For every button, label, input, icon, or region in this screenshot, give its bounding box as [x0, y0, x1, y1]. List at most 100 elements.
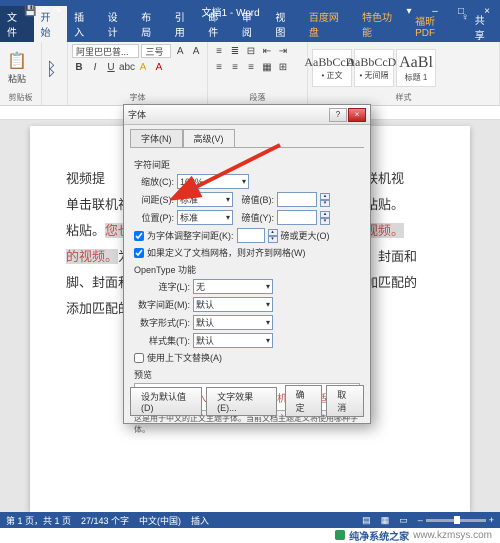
strike-icon[interactable]: abc	[120, 60, 134, 74]
indent-inc-icon[interactable]: ⇥	[276, 44, 290, 58]
tab-references[interactable]: 引用	[168, 6, 202, 42]
group-bluetooth: ᛒ	[42, 42, 68, 105]
tell-me-icon[interactable]: ♀	[461, 12, 469, 42]
section-char-spacing: 字符间距	[134, 158, 360, 171]
ligatures-select[interactable]: 无	[193, 279, 273, 294]
styleset-select[interactable]: 默认	[193, 333, 273, 348]
ribbon: 📋粘贴 剪贴板 ᛒ 阿里巴巴普... 三号 A A B I U abc A A …	[0, 42, 500, 106]
tab-layout[interactable]: 布局	[134, 6, 168, 42]
group-paragraph: ≡ ≣ ⊟ ⇤ ⇥ ≡ ≡ ≡ ▦ ⊞ 段落	[208, 42, 308, 105]
view-web-icon[interactable]: ▭	[399, 515, 408, 526]
redo-icon[interactable]: ↷	[53, 6, 61, 17]
tab-foxit[interactable]: 福昕PDF	[408, 10, 461, 42]
cancel-button[interactable]: 取消	[326, 385, 364, 417]
ligatures-label: 连字(L):	[134, 280, 190, 293]
position-spin[interactable]: ▴▾	[320, 211, 330, 225]
position-amt-input[interactable]	[277, 210, 317, 225]
group-label-styles: 样式	[312, 92, 495, 103]
align-left-icon[interactable]: ≡	[212, 60, 226, 74]
tab-insert[interactable]: 插入	[67, 6, 101, 42]
group-clipboard: 📋粘贴 剪贴板	[0, 42, 42, 105]
kerning-label: 为字体调整字间距(K):	[147, 229, 234, 242]
highlight-icon[interactable]: A	[136, 60, 150, 74]
grow-font-icon[interactable]: A	[173, 44, 187, 58]
spacing-amt-input[interactable]	[277, 192, 317, 207]
zoom-slider[interactable]	[426, 519, 486, 522]
bold-icon[interactable]: B	[72, 60, 86, 74]
tab-review[interactable]: 审阅	[235, 6, 269, 42]
scale-select[interactable]: 100%	[177, 174, 249, 189]
borders-icon[interactable]: ⊞	[276, 60, 290, 74]
view-print-icon[interactable]: ▦	[381, 515, 390, 526]
dialog-tab-advanced[interactable]: 高级(V)	[183, 129, 235, 147]
tab-view[interactable]: 视图	[268, 6, 302, 42]
spacing-spin[interactable]: ▴▾	[320, 193, 330, 207]
align-center-icon[interactable]: ≡	[228, 60, 242, 74]
shrink-font-icon[interactable]: A	[189, 44, 203, 58]
undo-icon[interactable]: ↶	[40, 6, 48, 17]
dialog-titlebar[interactable]: 字体 ? ×	[124, 105, 370, 125]
group-styles: AaBbCcDc• 正文 AaBbCcDc• 无间隔 AaBl标题 1 样式	[308, 42, 500, 105]
tab-home[interactable]: 开始	[34, 6, 68, 42]
snap-grid-checkbox[interactable]	[134, 248, 144, 258]
tab-features[interactable]: 特色功能	[355, 6, 408, 42]
spacing-select[interactable]: 标准	[177, 192, 233, 207]
bluetooth-icon[interactable]: ᛒ	[46, 59, 57, 80]
italic-icon[interactable]: I	[88, 60, 102, 74]
context-alt-checkbox[interactable]	[134, 353, 144, 363]
paste-button[interactable]: 📋粘贴	[4, 50, 30, 86]
tab-mailings[interactable]: 邮件	[201, 6, 235, 42]
quick-access-toolbar: 💾 ↶ ↷	[20, 6, 65, 17]
kerning-checkbox[interactable]	[134, 231, 144, 241]
style-nospacing[interactable]: AaBbCcDc• 无间隔	[354, 49, 394, 87]
underline-icon[interactable]: U	[104, 60, 118, 74]
zoom-in-button[interactable]: +	[489, 515, 494, 525]
dialog-help-button[interactable]: ?	[329, 108, 347, 122]
numspacing-select[interactable]: 默认	[193, 297, 273, 312]
clipboard-icon: 📋	[7, 51, 27, 71]
multilevel-icon[interactable]: ⊟	[244, 44, 258, 58]
font-dialog: 字体 ? × 字体(N) 高级(V) 字符间距 缩放(C): 100% 间距(S…	[123, 104, 371, 424]
kerning-spin[interactable]: ▴▾	[268, 229, 278, 243]
section-preview: 预览	[134, 368, 360, 381]
align-right-icon[interactable]: ≡	[244, 60, 258, 74]
watermark-text: 纯净系统之家	[349, 528, 409, 543]
dialog-title: 字体	[128, 108, 329, 121]
kerning-amt-input[interactable]	[237, 228, 265, 243]
status-words[interactable]: 27/143 个字	[81, 514, 129, 527]
group-label-paragraph: 段落	[212, 92, 303, 103]
set-default-button[interactable]: 设为默认值(D)	[130, 387, 202, 416]
styleset-label: 样式集(T):	[134, 334, 190, 347]
group-label-font: 字体	[72, 92, 203, 103]
status-page[interactable]: 第 1 页，共 1 页	[6, 514, 71, 527]
ok-button[interactable]: 确定	[285, 385, 323, 417]
font-name-select[interactable]: 阿里巴巴普...	[72, 44, 139, 58]
numform-select[interactable]: 默认	[193, 315, 273, 330]
dialog-close-button[interactable]: ×	[348, 108, 366, 122]
save-icon[interactable]: 💾	[24, 6, 36, 17]
status-bar: 第 1 页，共 1 页 27/143 个字 中文(中国) 插入 ▤ ▦ ▭ – …	[0, 512, 500, 528]
font-size-select[interactable]: 三号	[141, 44, 171, 58]
context-alt-label: 使用上下文替换(A)	[147, 351, 222, 364]
font-color-icon[interactable]: A	[152, 60, 166, 74]
style-heading1[interactable]: AaBl标题 1	[396, 49, 436, 87]
view-read-icon[interactable]: ▤	[362, 515, 371, 526]
group-font: 阿里巴巴普... 三号 A A B I U abc A A 字体	[68, 42, 208, 105]
position-label: 位置(P):	[134, 211, 174, 224]
numspacing-label: 数字间距(M):	[134, 298, 190, 311]
shading-icon[interactable]: ▦	[260, 60, 274, 74]
bullets-icon[interactable]: ≡	[212, 44, 226, 58]
position-select[interactable]: 标准	[177, 210, 233, 225]
share-button[interactable]: 共享	[475, 12, 494, 42]
zoom-out-button[interactable]: –	[418, 515, 423, 525]
dialog-tab-font[interactable]: 字体(N)	[130, 129, 183, 147]
numbering-icon[interactable]: ≣	[228, 44, 242, 58]
text-effects-button[interactable]: 文字效果(E)...	[206, 387, 276, 416]
status-language[interactable]: 中文(中国)	[139, 514, 181, 527]
watermark: 纯净系统之家 www.kzmsys.com	[0, 528, 500, 542]
snap-grid-label: 如果定义了文档网格，则对齐到网格(W)	[147, 246, 306, 259]
tab-design[interactable]: 设计	[101, 6, 135, 42]
status-insert[interactable]: 插入	[191, 514, 209, 527]
tab-baidu[interactable]: 百度网盘	[302, 6, 355, 42]
indent-dec-icon[interactable]: ⇤	[260, 44, 274, 58]
